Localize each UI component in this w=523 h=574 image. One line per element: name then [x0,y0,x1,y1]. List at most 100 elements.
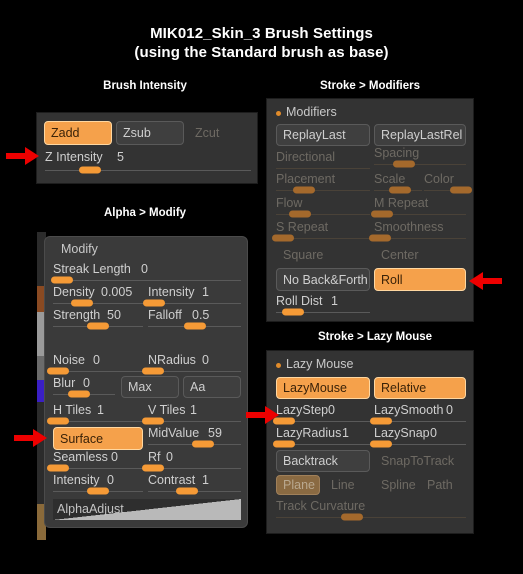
slider-knob[interactable] [68,390,91,398]
slider-knob[interactable] [51,276,74,284]
arrow-surface [14,427,48,449]
slider-lazyradius[interactable]: LazyRadius 1 [272,426,370,448]
slider-lazystep-value: 0 [328,403,335,417]
button-backtrack[interactable]: Backtrack [276,450,370,472]
slider-track [276,168,370,169]
slider-blur[interactable]: Blur 0 [53,376,115,398]
slider-noise[interactable]: Noise 0 [46,353,143,375]
slider-streak-length[interactable]: Streak Length 0 [51,262,241,284]
slider-midvalue[interactable]: MidValue 59 [148,426,241,448]
slider-density[interactable]: Density 0.005 [53,285,143,307]
slider-nradius-value: 0 [202,353,209,367]
button-line[interactable]: Line [324,475,368,495]
button-relative[interactable]: Relative [374,377,466,399]
button-replaylastrel[interactable]: ReplayLastRel [374,124,466,146]
slider-knob[interactable] [46,417,69,425]
slider-alpha-intensity[interactable]: Intensity 1 [142,285,241,307]
slider-knob[interactable] [79,166,102,174]
button-max[interactable]: Max [121,376,179,398]
slider-knob[interactable] [281,308,304,316]
slider-knob[interactable] [70,299,93,307]
slider-knob[interactable] [176,487,199,495]
button-plane[interactable]: Plane [276,475,320,495]
slider-color[interactable]: Color [424,172,472,194]
screenshot-root: MIK012_Skin_3 Brush Settings (using the … [0,0,523,574]
page-title: MIK012_Skin_3 Brush Settings (using the … [0,24,523,62]
slider-knob[interactable] [371,210,394,218]
button-snaptotrack[interactable]: SnapToTrack [374,450,466,472]
button-zadd[interactable]: Zadd [44,121,112,145]
slider-contrast[interactable]: Contrast 1 [148,473,241,495]
slider-knob[interactable] [87,322,109,330]
slider-placement[interactable]: Placement [276,172,370,194]
slider-knob[interactable] [141,417,164,425]
slider-knob[interactable] [393,160,416,168]
button-surface[interactable]: Surface [53,427,143,450]
button-lazymouse[interactable]: LazyMouse [276,377,370,399]
slider-track-curvature[interactable]: Track Curvature [276,499,466,521]
arrow-roll [469,270,503,292]
slider-track [374,164,466,165]
button-zsub[interactable]: Zsub [116,121,184,145]
slider-m-repeat[interactable]: M Repeat [371,196,466,218]
section-title-stroke-lazy-mouse: Stroke > Lazy Mouse [317,331,433,343]
slider-nradius[interactable]: NRadius 0 [141,353,241,375]
slider-knob[interactable] [46,464,69,472]
slider-directional[interactable]: Directional [276,150,370,171]
slider-seamless-value: 0 [111,450,118,464]
slider-falloff-value: 0.5 [192,308,210,322]
section-title-brush-intensity: Brush Intensity [103,80,187,92]
button-zcut[interactable]: Zcut [188,121,248,145]
slider-rf-value: 0 [166,450,173,464]
slider-lazysnap[interactable]: LazySnap 0 [370,426,466,448]
slider-knob[interactable] [271,234,294,242]
slider-v-tiles[interactable]: V Tiles 1 [141,403,241,425]
slider-lazystep[interactable]: LazyStep 0 [272,403,370,425]
slider-knob[interactable] [369,234,392,242]
slider-blur-value: 0 [83,376,90,390]
slider-knob[interactable] [191,440,214,448]
panel-stroke-modifiers: Modifiers ReplayLast ReplayLastRel Direc… [266,98,474,322]
button-no-back-and-forth[interactable]: No Back&Forth [276,268,370,291]
slider-s-repeat[interactable]: S Repeat [271,220,370,242]
slider-roll-dist[interactable]: Roll Dist 1 [276,294,370,316]
slider-strength-value: 50 [107,308,121,322]
slider-knob[interactable] [142,299,165,307]
slider-knob[interactable] [449,186,472,194]
slider-knob[interactable] [141,464,164,472]
slider-scale[interactable]: Scale [374,172,422,194]
slider-rf[interactable]: Rf 0 [141,450,241,472]
slider-knob[interactable] [141,367,164,375]
slider-knob[interactable] [370,417,393,425]
slider-smoothness[interactable]: Smoothness [369,220,466,242]
slider-flow[interactable]: Flow [276,196,370,218]
button-spline[interactable]: Spline [374,475,418,495]
button-square[interactable]: Square [276,245,370,265]
slider-intensity[interactable]: Intensity 0 [53,473,143,495]
slider-seamless[interactable]: Seamless 0 [46,450,143,472]
slider-knob[interactable] [272,440,295,448]
slider-strength[interactable]: Strength 50 [53,308,143,330]
slider-knob[interactable] [341,513,363,521]
arrow-lazystep [246,404,280,426]
slider-knob[interactable] [389,186,412,194]
slider-h-tiles-value: 1 [97,403,104,417]
button-replaylast[interactable]: ReplayLast [276,124,370,146]
slider-knob[interactable] [370,440,393,448]
slider-falloff[interactable]: Falloff 0.5 [148,308,241,330]
button-aa[interactable]: Aa [183,376,241,398]
slider-z-intensity[interactable]: Z Intensity 5 [45,150,251,174]
button-center[interactable]: Center [374,245,466,265]
slider-knob[interactable] [183,322,206,330]
alpha-adjust-label: AlphaAdjust [57,502,124,516]
slider-knob[interactable] [87,487,109,495]
slider-knob[interactable] [288,210,311,218]
slider-density-value: 0.005 [101,285,133,299]
slider-spacing[interactable]: Spacing [374,146,466,168]
button-roll[interactable]: Roll [374,268,466,291]
button-path[interactable]: Path [420,475,464,495]
slider-lazysmooth[interactable]: LazySmooth 0 [370,403,466,425]
slider-knob[interactable] [293,186,316,194]
slider-h-tiles[interactable]: H Tiles 1 [46,403,143,425]
slider-knob[interactable] [46,367,69,375]
